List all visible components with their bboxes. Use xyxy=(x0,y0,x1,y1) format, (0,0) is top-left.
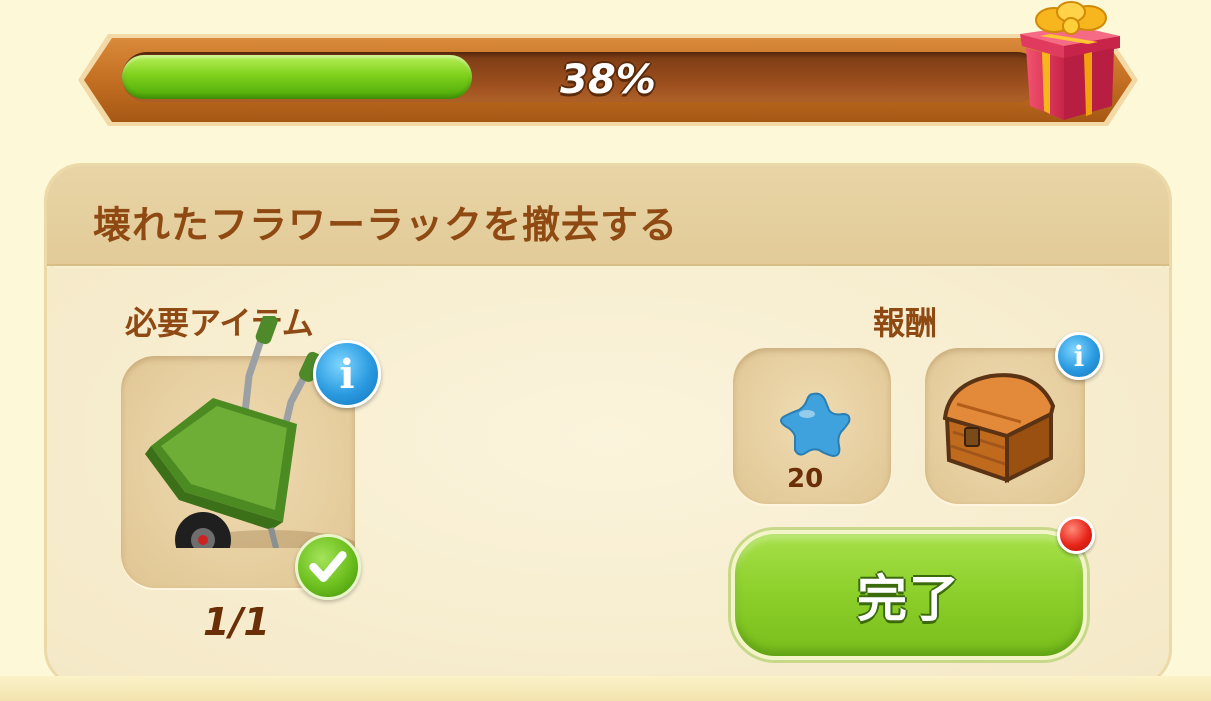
required-item-quantity: 1/1 xyxy=(203,600,270,644)
rewards-label: 報酬 xyxy=(873,304,938,342)
task-panel: 壊れたフラワーラックを撤去する 必要アイテム i 1/1 報酬 20 i 完了 xyxy=(44,163,1172,687)
complete-button[interactable]: 完了 xyxy=(731,530,1087,660)
progress-bar: 38% xyxy=(78,34,1138,126)
reward-star-amount: 20 xyxy=(787,464,824,494)
info-icon[interactable]: i xyxy=(1055,332,1103,380)
task-title: 壊れたフラワーラックを撤去する xyxy=(93,203,679,247)
wheelbarrow-icon xyxy=(145,316,355,548)
notification-dot xyxy=(1057,516,1095,554)
bottom-edge xyxy=(0,676,1211,701)
complete-button-label: 完了 xyxy=(857,570,961,628)
reward-star-slot[interactable]: 20 xyxy=(733,348,891,504)
info-icon[interactable]: i xyxy=(313,340,381,408)
gift-box-icon[interactable] xyxy=(1016,0,1124,124)
task-header: 壊れたフラワーラックを撤去する xyxy=(47,166,1169,266)
progress-percent: 38% xyxy=(560,57,656,103)
checkmark-icon xyxy=(295,534,361,600)
